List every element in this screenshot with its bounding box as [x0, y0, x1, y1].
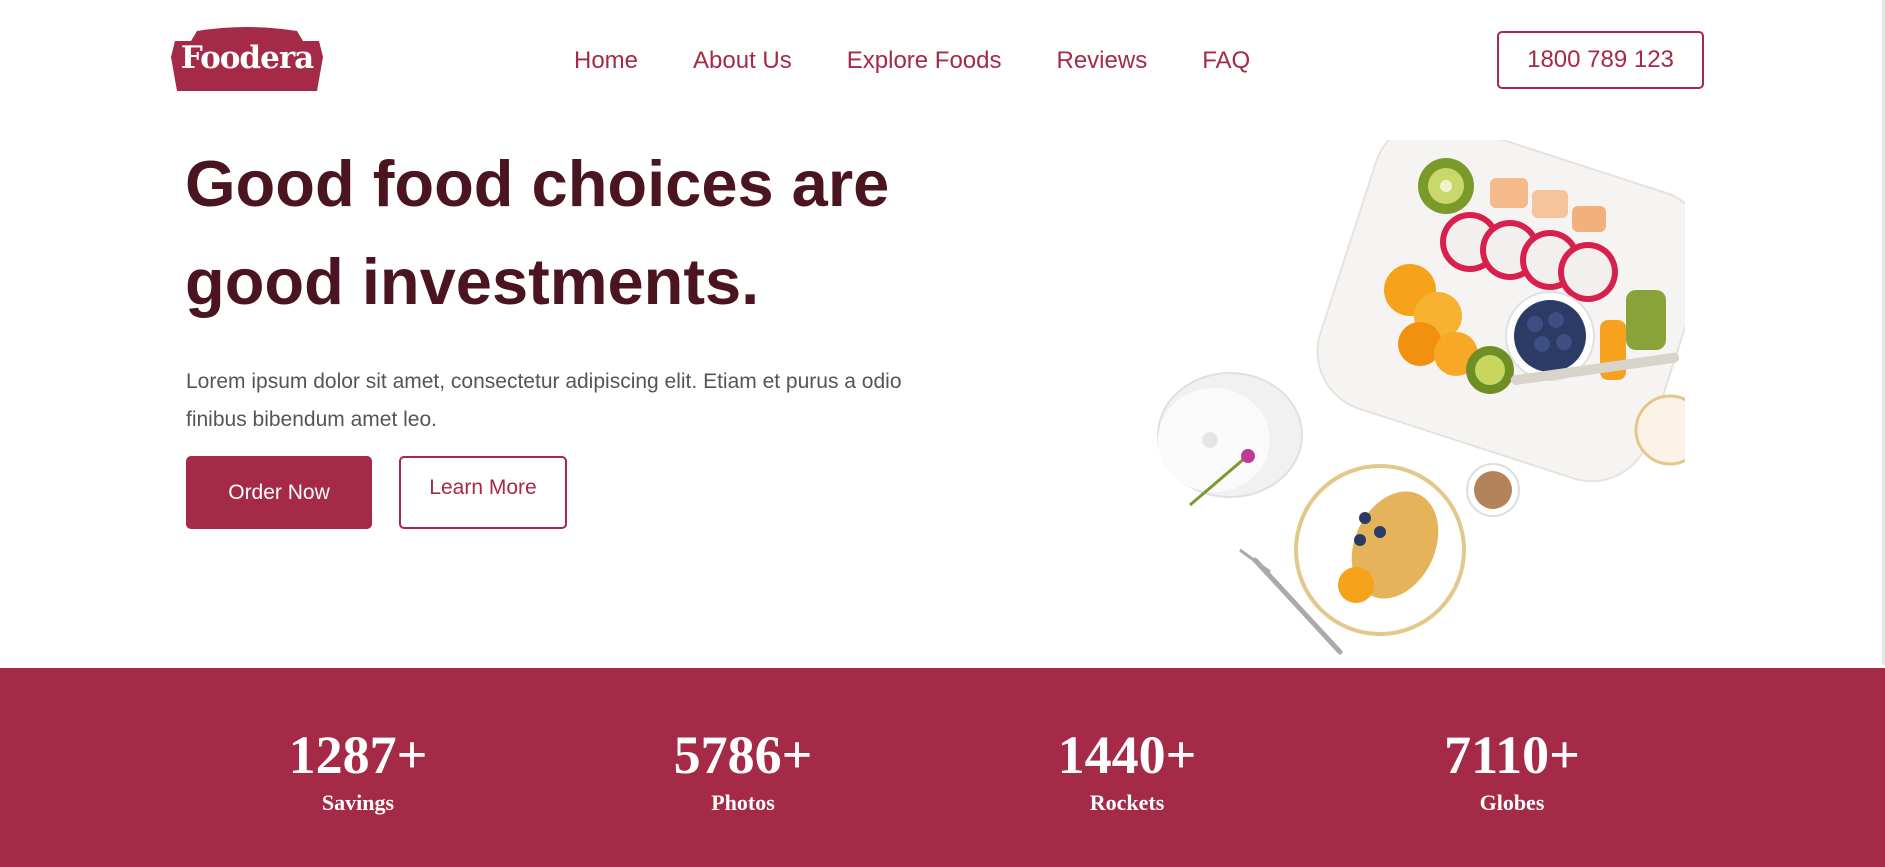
stat-savings: 1287+ Savings — [208, 726, 508, 818]
stat-value: 7110+ — [1444, 725, 1580, 785]
hero-description: Lorem ipsum dolor sit amet, consectetur … — [186, 370, 902, 431]
stat-value: 1440+ — [1057, 725, 1197, 785]
stat-rockets: 1440+ Rockets — [977, 726, 1277, 818]
nav-link-explore-foods[interactable]: Explore Foods — [847, 47, 1002, 75]
nav-link-faq[interactable]: FAQ — [1202, 47, 1250, 75]
stat-label: Rockets — [1089, 790, 1165, 815]
phone-button[interactable]: 1800 789 123 — [1497, 31, 1704, 89]
brand-name: Foodera — [180, 40, 315, 76]
site-header: Foodera Home About Us Explore Foods Revi… — [0, 0, 1885, 120]
hero-title-line-1: Good food choices are — [185, 147, 890, 220]
stat-value: 1287+ — [288, 725, 428, 785]
nav-link-reviews[interactable]: Reviews — [1057, 47, 1148, 75]
stat-value: 5786+ — [673, 725, 813, 785]
hero-title: Good food choices are good investments. — [185, 135, 945, 331]
stat-label: Photos — [711, 790, 775, 815]
stat-label: Savings — [321, 790, 395, 815]
order-now-button[interactable]: Order Now — [186, 456, 372, 529]
food-platter-illustration — [1080, 140, 1685, 668]
brand-logo[interactable]: Foodera — [167, 27, 327, 95]
stat-globes: 7110+ Globes — [1362, 726, 1662, 818]
stat-photos: 5786+ Photos — [593, 726, 893, 818]
nav-link-about-us[interactable]: About Us — [693, 47, 792, 75]
stat-label: Globes — [1479, 790, 1545, 815]
main-nav: Home About Us Explore Foods Reviews FAQ — [574, 44, 1250, 78]
learn-more-button[interactable]: Learn More — [399, 456, 567, 529]
stats-band: 1287+ Savings 5786+ Photos 1440+ Rockets… — [0, 668, 1885, 867]
hero-title-line-2: good investments. — [185, 245, 760, 318]
nav-link-home[interactable]: Home — [574, 47, 638, 75]
food-platter-image — [1080, 140, 1685, 668]
